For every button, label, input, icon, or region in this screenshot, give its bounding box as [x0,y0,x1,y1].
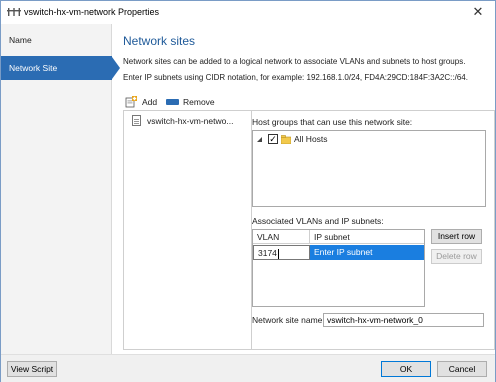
sidebar-item-label: Name [9,35,32,45]
add-label: Add [142,97,158,107]
ip-subnet-column-header[interactable]: IP subnet [310,230,424,244]
remove-button[interactable]: Remove [166,95,222,109]
logical-network-icon [7,8,21,16]
host-group-label: All Hosts [294,134,328,144]
footer-bar: View Script OK Cancel [1,354,495,382]
text-caret [277,248,279,259]
remove-label: Remove [183,97,215,107]
table-header: VLAN IP subnet [253,230,424,244]
close-button[interactable]: ✕ [465,3,491,21]
site-item-label: vswitch-hx-vm-netwo... [147,116,234,126]
cancel-button[interactable]: Cancel [437,361,487,377]
site-name-label: Network site name: [252,315,325,325]
properties-window: vswitch-hx-vm-network Properties ✕ Name … [0,0,496,382]
add-site-icon [125,96,137,108]
insert-row-button[interactable]: Insert row [431,229,482,244]
delete-row-button[interactable]: Delete row [431,249,482,264]
main-content: Network sites Network sites can be added… [113,24,495,354]
title-bar[interactable]: vswitch-hx-vm-network Properties ✕ [1,1,495,23]
window-title: vswitch-hx-vm-network Properties [24,7,160,17]
sidebar-item-name[interactable]: Name [1,28,112,52]
view-script-button[interactable]: View Script [7,361,57,377]
ip-subnet-cell[interactable]: Enter IP subnet [310,245,424,260]
sidebar-item-label: Network Site [9,63,58,73]
network-site-list[interactable]: vswitch-hx-vm-netwo... [123,110,251,350]
cidr-hint-text: Enter IP subnets using CIDR notation, fo… [123,73,468,82]
expand-arrow-icon[interactable] [256,136,263,143]
page-title: Network sites [123,34,196,48]
site-name-field[interactable]: vswitch-hx-vm-network_0 [323,313,484,327]
vlans-label: Associated VLANs and IP subnets: [252,216,384,226]
sidebar-item-network-site[interactable]: Network Site [1,56,112,80]
host-groups-tree[interactable]: ✓ All Hosts [252,130,486,207]
close-icon: ✕ [472,4,484,19]
description-text: Network sites can be added to a logical … [123,57,466,66]
sidebar: Name Network Site [1,24,112,354]
remove-icon [166,99,179,105]
table-row[interactable]: 3174 Enter IP subnet [253,245,424,260]
network-site-icon [132,115,141,126]
all-hosts-checkbox[interactable]: ✓ [268,134,278,144]
vlan-column-header[interactable]: VLAN [253,230,310,244]
vlan-subnet-table[interactable]: VLAN IP subnet 3174 Enter IP subnet [252,229,425,307]
host-group-icon [281,135,291,144]
vlan-cell-input[interactable]: 3174 [253,245,310,260]
add-button[interactable]: Add [125,95,163,109]
host-groups-label: Host groups that can use this network si… [252,117,413,127]
vlan-value: 3174 [258,248,277,258]
ok-button[interactable]: OK [381,361,431,377]
